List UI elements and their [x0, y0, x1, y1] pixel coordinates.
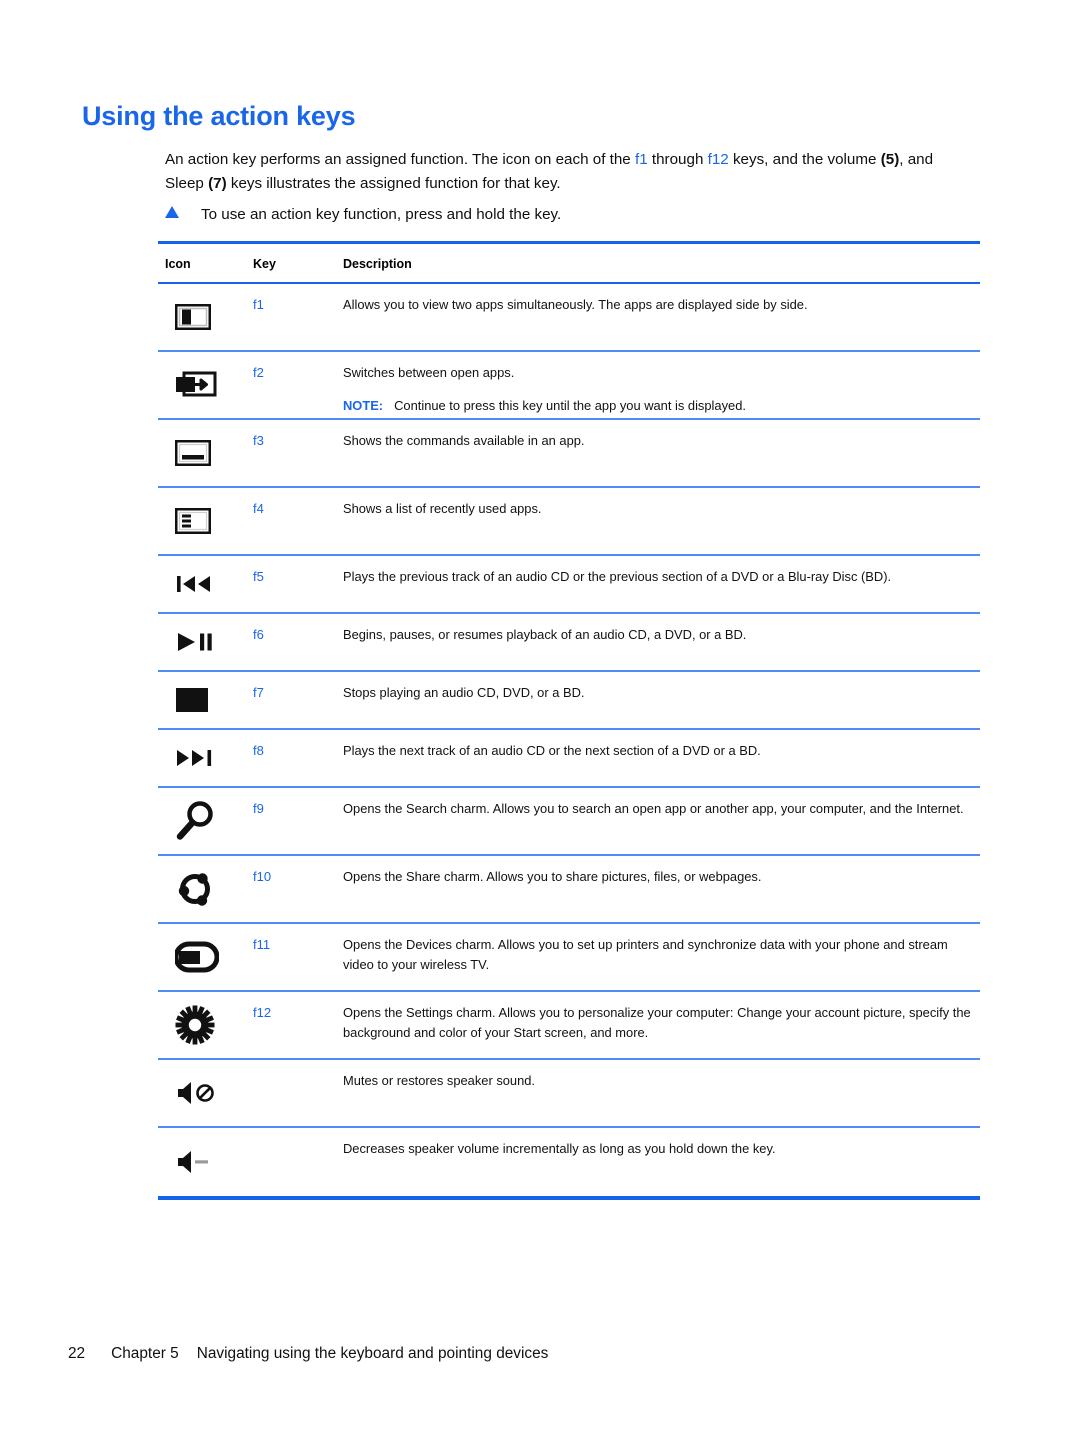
- stop-icon: [165, 672, 245, 728]
- intro-link-f12[interactable]: f12: [708, 151, 729, 168]
- table-row: f10 Opens the Share charm. Allows you to …: [158, 856, 980, 924]
- key-label: f3: [253, 433, 264, 448]
- page-footer: 22 Chapter 5 Navigating using the keyboard…: [68, 1345, 548, 1363]
- app-commands-icon: [165, 420, 245, 486]
- table-row: f6 Begins, pauses, or resumes playback of…: [158, 614, 980, 672]
- key-label: f6: [253, 627, 264, 642]
- instruction-bullet-text: To use an action key function, press and…: [201, 206, 562, 223]
- key-label: f10: [253, 869, 272, 884]
- key-label: f12: [253, 1005, 272, 1020]
- mute-icon: [165, 1060, 245, 1126]
- description-text: Stops playing an audio CD, DVD, or a BD.: [343, 685, 585, 700]
- description-cell: Decreases speaker volume incrementally a…: [343, 1139, 973, 1159]
- key-label: f11: [253, 937, 271, 952]
- description-text: Decreases speaker volume incrementally a…: [343, 1141, 776, 1156]
- table-header-row: Icon Key Description: [158, 244, 980, 284]
- description-cell: Begins, pauses, or resumes playback of a…: [343, 625, 973, 645]
- recent-apps-icon: [165, 488, 245, 554]
- key-label: f4: [253, 501, 264, 516]
- table-row: f2 Switches between open apps. NOTE: Contin…: [158, 352, 980, 420]
- split-screen-icon: [165, 284, 245, 350]
- table-row: f9 Opens the Search charm. Allows you to …: [158, 788, 980, 856]
- key-label: f1: [253, 297, 264, 312]
- description-cell: Opens the Search charm. Allows you to se…: [343, 799, 973, 819]
- note-line: NOTE: Continue to press this key until th…: [343, 396, 973, 416]
- switch-apps-icon: [165, 352, 245, 418]
- description-text: Begins, pauses, or resumes playback of a…: [343, 627, 747, 642]
- table-row: Decreases speaker volume incrementally a…: [158, 1128, 980, 1196]
- footer-title: Navigating using the keyboard and pointi…: [196, 1345, 549, 1362]
- table-row: Mutes or restores speaker sound.: [158, 1060, 980, 1128]
- description-text: Switches between open apps.: [343, 365, 515, 380]
- column-header-key: Key: [253, 257, 276, 271]
- footer-page-number: 22: [68, 1345, 86, 1362]
- settings-gear-icon: [165, 992, 245, 1058]
- description-cell: Plays the next track of an audio CD or t…: [343, 741, 973, 761]
- volume-down-icon: [165, 1128, 245, 1196]
- triangle-bullet-icon: [165, 206, 179, 218]
- page-title: Using the action keys: [82, 101, 356, 131]
- description-text: Shows the commands available in an app.: [343, 433, 585, 448]
- previous-track-icon: [165, 556, 245, 612]
- key-label: f8: [253, 743, 264, 758]
- intro-link-f1[interactable]: f1: [635, 151, 648, 168]
- table-row: f3 Shows the commands available in an app…: [158, 420, 980, 488]
- column-header-description: Description: [343, 257, 412, 271]
- description-text: Opens the Share charm. Allows you to sha…: [343, 869, 762, 884]
- table-row: f1 Allows you to view two apps simultaneo…: [158, 284, 980, 352]
- description-cell: Stops playing an audio CD, DVD, or a BD.: [343, 683, 973, 703]
- key-label: f2: [253, 365, 264, 380]
- description-text: Plays the previous track of an audio CD …: [343, 569, 892, 584]
- action-keys-table: Icon Key Description f1 Allows you to vie…: [158, 241, 980, 1200]
- intro-bold-5: (5): [880, 151, 900, 168]
- table-row: f4 Shows a list of recently used apps.: [158, 488, 980, 556]
- key-label: f7: [253, 685, 264, 700]
- description-text: Allows you to view two apps simultaneous…: [343, 297, 808, 312]
- intro-text-1: An action key performs an assigned funct…: [165, 151, 635, 168]
- instruction-bullet: To use an action key function, press and…: [165, 204, 965, 226]
- footer-chapter: Chapter 5: [111, 1345, 179, 1362]
- search-icon: [165, 788, 245, 854]
- table-row: f5 Plays the previous track of an audio C…: [158, 556, 980, 614]
- description-cell: Shows a list of recently used apps.: [343, 499, 973, 519]
- description-text: Mutes or restores speaker sound.: [343, 1073, 536, 1088]
- description-cell: Opens the Devices charm. Allows you to s…: [343, 935, 973, 974]
- description-cell: Switches between open apps. NOTE: Continue…: [343, 363, 973, 415]
- description-cell: Allows you to view two apps simultaneous…: [343, 295, 973, 315]
- table-row: f12 Opens the Settings charm. Allows you …: [158, 992, 980, 1060]
- description-text: Plays the next track of an audio CD or t…: [343, 743, 761, 758]
- description-text: Opens the Devices charm. Allows you to s…: [343, 937, 948, 972]
- description-cell: Shows the commands available in an app.: [343, 431, 973, 451]
- description-cell: Mutes or restores speaker sound.: [343, 1071, 973, 1091]
- play-pause-icon: [165, 614, 245, 670]
- document-page: Using the action keys An action key perf…: [0, 0, 1080, 1437]
- description-cell: Plays the previous track of an audio CD …: [343, 567, 973, 587]
- description-text: Shows a list of recently used apps.: [343, 501, 542, 516]
- next-track-icon: [165, 730, 245, 786]
- note-text: Continue to press this key until the app…: [394, 397, 746, 413]
- description-cell: Opens the Share charm. Allows you to sha…: [343, 867, 973, 887]
- key-label: f9: [253, 801, 264, 816]
- table-row: f11 Opens the Devices charm. Allows you t…: [158, 924, 980, 992]
- intro-text-3: keys, and the volume: [728, 151, 881, 168]
- share-icon: [165, 856, 245, 922]
- key-label: f5: [253, 569, 264, 584]
- devices-icon: [165, 924, 245, 990]
- intro-bold-7: (7): [208, 175, 227, 192]
- column-header-icon: Icon: [165, 257, 191, 271]
- note-label: NOTE:: [343, 397, 384, 413]
- intro-text-2: through: [647, 151, 708, 168]
- description-text: Opens the Settings charm. Allows you to …: [343, 1005, 971, 1040]
- description-text: Opens the Search charm. Allows you to se…: [343, 801, 964, 816]
- table-row: f7 Stops playing an audio CD, DVD, or a B…: [158, 672, 980, 730]
- intro-paragraph: An action key performs an assigned funct…: [165, 148, 965, 196]
- intro-text-5: keys illustrates the assigned function f…: [226, 175, 561, 192]
- description-cell: Opens the Settings charm. Allows you to …: [343, 1003, 973, 1042]
- table-row: f8 Plays the next track of an audio CD or…: [158, 730, 980, 788]
